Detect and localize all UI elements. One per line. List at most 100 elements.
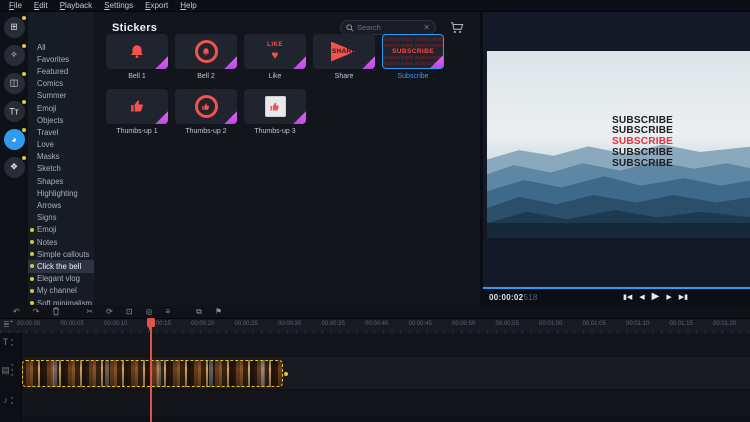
- play-button[interactable]: ▶: [652, 292, 660, 302]
- new-dot-icon: [30, 252, 34, 256]
- sticker-cell: SUBSCRIBE SUBSCRIBE SUBSCRIBESUBSCRIBE S…: [382, 34, 444, 80]
- menu-export[interactable]: Export: [139, 1, 174, 10]
- category-item[interactable]: Simple callouts: [28, 248, 94, 260]
- track-toggle-icon[interactable]: ●: [11, 343, 13, 347]
- category-item[interactable]: Emoji: [28, 224, 94, 236]
- audio-track-lane[interactable]: [0, 391, 750, 415]
- subscribe-sticker-overlay[interactable]: SUBSCRIBESUBSCRIBESUBSCRIBESUBSCRIBESUBS…: [612, 115, 676, 169]
- category-label: Favorites: [37, 55, 69, 64]
- transitions-icon: ◫: [10, 78, 19, 89]
- rail-transitions-button[interactable]: ◫: [4, 73, 25, 94]
- category-item[interactable]: Favorites: [28, 53, 94, 65]
- menu-help[interactable]: Help: [174, 1, 202, 10]
- rail-stickers-button[interactable]: ◕: [4, 129, 25, 150]
- preview-panel: SUBSCRIBESUBSCRIBESUBSCRIBESUBSCRIBESUBS…: [480, 12, 750, 305]
- category-item[interactable]: Highlighting: [28, 187, 94, 199]
- crop-button[interactable]: ⊡: [126, 308, 133, 316]
- sticker-bell-1[interactable]: [106, 34, 168, 69]
- category-item[interactable]: Sketch: [28, 163, 94, 175]
- menu-settings[interactable]: Settings: [98, 1, 139, 10]
- rail-titles-button[interactable]: Tт: [4, 101, 25, 122]
- sticker-thumbs-up-2[interactable]: [175, 89, 237, 124]
- skip-to-end-button[interactable]: ▶▮: [679, 294, 688, 301]
- video-clip[interactable]: [22, 360, 283, 387]
- category-label: Click the bell: [37, 262, 81, 271]
- timecode: 00:00:02518: [489, 293, 538, 302]
- playhead-line[interactable]: [150, 319, 152, 422]
- new-content-dot: [22, 72, 26, 76]
- clear-search-icon[interactable]: ✕: [423, 24, 430, 32]
- preview-canvas[interactable]: SUBSCRIBESUBSCRIBESUBSCRIBESUBSCRIBESUBS…: [487, 51, 750, 238]
- category-item[interactable]: Soft minimalism: [28, 297, 94, 305]
- delete-button[interactable]: [52, 307, 60, 316]
- category-label: Love: [37, 140, 54, 149]
- category-item[interactable]: All: [28, 41, 94, 53]
- sticker-share[interactable]: SHARE: [313, 34, 375, 69]
- sticker-subscribe[interactable]: SUBSCRIBE SUBSCRIBE SUBSCRIBESUBSCRIBE S…: [382, 34, 444, 69]
- sticker-bell-2[interactable]: [175, 34, 237, 69]
- clip-resize-handle[interactable]: [284, 372, 288, 376]
- clip-properties-button[interactable]: ≡: [166, 308, 171, 316]
- timeline-ruler[interactable]: 00:00:0000:00:0500:00:1000:00:1500:00:20…: [0, 318, 750, 333]
- tool-rail: ⊞ ✧ ◫ Tт ◕ ❖: [0, 12, 28, 305]
- ruler-label: 00:01:20: [713, 321, 736, 327]
- track-toggle-icon[interactable]: ●: [11, 373, 13, 377]
- sticker-label: Bell 1: [106, 73, 168, 80]
- track-toggle-icon[interactable]: ●: [11, 396, 13, 400]
- category-item[interactable]: Elegant vlog: [28, 273, 94, 285]
- menu-edit[interactable]: Edit: [28, 1, 54, 10]
- new-content-dot: [22, 100, 26, 104]
- premium-badge-icon: [293, 111, 306, 124]
- category-item[interactable]: Shapes: [28, 175, 94, 187]
- playhead-handle[interactable]: [147, 318, 155, 327]
- search-input[interactable]: [354, 23, 423, 32]
- category-item[interactable]: Notes: [28, 236, 94, 248]
- transport-buttons: ▮◀ ◀ ▶ ▶ ▶▮: [623, 289, 688, 305]
- rail-more-tools-button[interactable]: ❖: [4, 157, 25, 178]
- category-item[interactable]: Comics: [28, 78, 94, 90]
- category-item[interactable]: My channel: [28, 285, 94, 297]
- search-box[interactable]: ✕: [340, 20, 436, 35]
- marker-button[interactable]: ⚑: [215, 308, 222, 316]
- titles-track-lane[interactable]: [0, 333, 750, 355]
- category-item[interactable]: Arrows: [28, 199, 94, 211]
- sticker-thumbs-up-1[interactable]: [106, 89, 168, 124]
- color-adjustments-button[interactable]: ◎: [146, 308, 153, 316]
- track-toggle-icon[interactable]: ●: [11, 338, 13, 342]
- track-toggle-icon[interactable]: ●: [11, 401, 13, 405]
- category-label: Highlighting: [37, 189, 78, 198]
- category-item[interactable]: Summer: [28, 90, 94, 102]
- track-menu-icon[interactable]: ≣+: [3, 319, 13, 329]
- store-cart-icon[interactable]: [450, 21, 464, 35]
- category-item[interactable]: Click the bell: [28, 260, 94, 272]
- sticker-cell: Thumbs-up 2: [175, 89, 237, 135]
- sticker-thumbs-up-3[interactable]: [244, 89, 306, 124]
- category-label: My channel: [37, 286, 77, 295]
- category-item[interactable]: Masks: [28, 151, 94, 163]
- sticker-label: Bell 2: [175, 73, 237, 80]
- category-item[interactable]: Featured: [28, 65, 94, 77]
- rail-import-media-button[interactable]: ⊞: [4, 17, 25, 38]
- category-item[interactable]: Signs: [28, 212, 94, 224]
- new-content-dot: [22, 44, 26, 48]
- category-item[interactable]: Love: [28, 139, 94, 151]
- sticker-label: Thumbs-up 3: [244, 128, 306, 135]
- overlay-button[interactable]: ⧉: [196, 308, 202, 316]
- menu-file[interactable]: File: [3, 1, 28, 10]
- track-header-column: T●●▤●●●♪●●: [0, 333, 22, 422]
- sticker-like[interactable]: LIKE♥: [244, 34, 306, 69]
- redo-button[interactable]: ↷: [33, 308, 40, 316]
- thumb-ring-icon: [195, 95, 218, 118]
- ruler-label: 00:00:45: [409, 321, 432, 327]
- rail-filters-button[interactable]: ✧: [4, 45, 25, 66]
- rotate-button[interactable]: ⟳: [106, 308, 113, 316]
- previous-frame-button[interactable]: ◀: [639, 294, 644, 301]
- category-item[interactable]: Travel: [28, 126, 94, 138]
- split-button[interactable]: ✂: [86, 308, 93, 316]
- next-frame-button[interactable]: ▶: [666, 294, 671, 301]
- menu-playback[interactable]: Playback: [54, 1, 98, 10]
- skip-to-start-button[interactable]: ▮◀: [623, 294, 632, 301]
- category-item[interactable]: Objects: [28, 114, 94, 126]
- undo-button[interactable]: ↶: [13, 308, 20, 316]
- category-item[interactable]: Emoji: [28, 102, 94, 114]
